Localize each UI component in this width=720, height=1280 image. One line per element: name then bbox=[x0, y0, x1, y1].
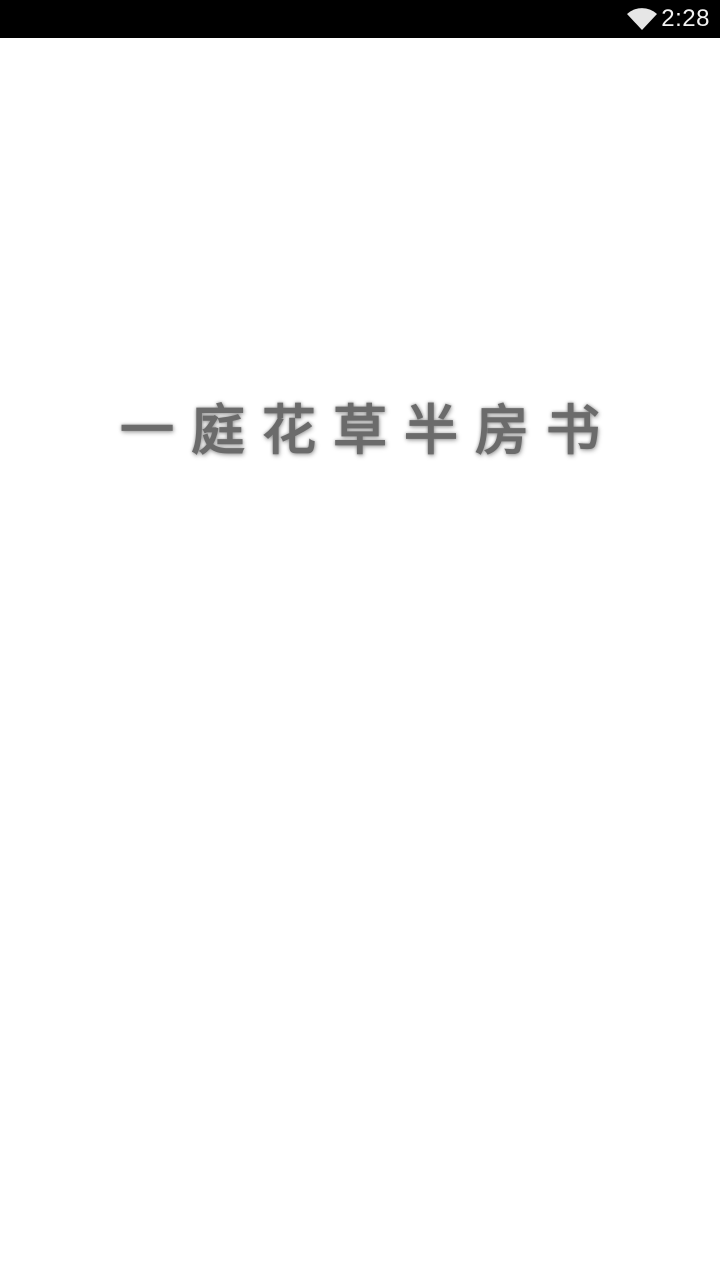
splash-screen: 一庭花草半房书 bbox=[0, 38, 720, 1280]
splash-slogan: 一庭花草半房书 bbox=[120, 399, 617, 462]
wifi-icon bbox=[627, 8, 657, 30]
status-bar: 2:28 bbox=[0, 0, 720, 38]
status-time: 2:28 bbox=[661, 5, 710, 32]
